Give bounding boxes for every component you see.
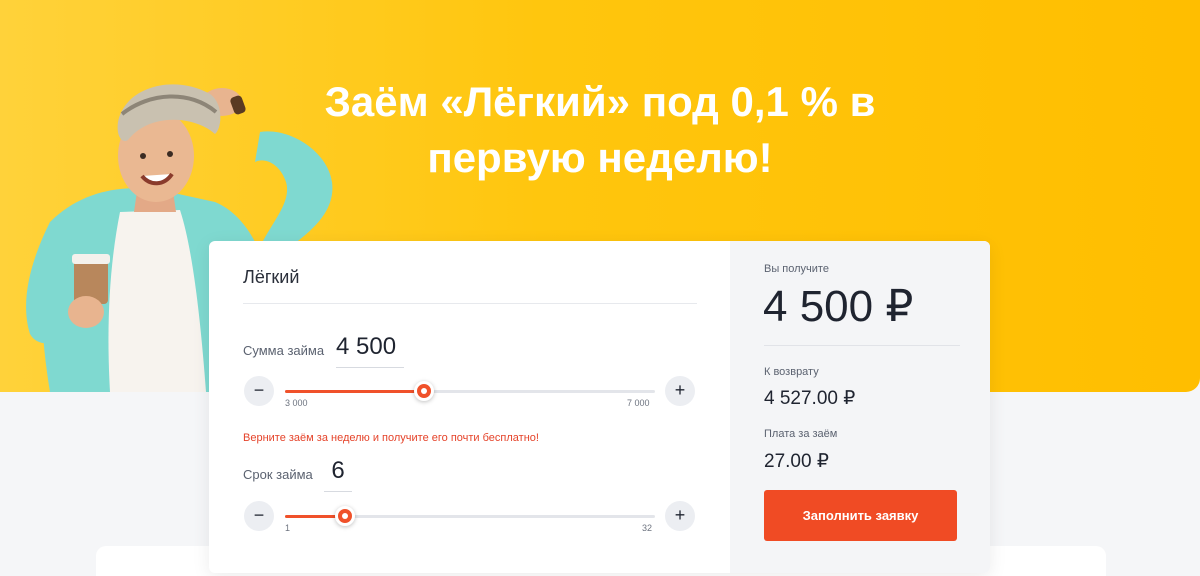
term-max-label: 32: [642, 523, 653, 533]
term-slider[interactable]: [285, 506, 655, 526]
divider: [243, 303, 697, 304]
term-label: Срок займа: [243, 467, 313, 482]
hero-headline-line2: первую неделю!: [427, 134, 773, 181]
term-slider-thumb[interactable]: [334, 506, 355, 526]
amount-slider-fill: [285, 390, 424, 393]
amount-slider[interactable]: [285, 381, 655, 401]
amount-decrease-button[interactable]: −: [244, 376, 274, 406]
loan-calculator: Лёгкий Сумма займа 4 500 − + 3 000 7 000…: [209, 241, 990, 573]
product-name: Лёгкий: [243, 267, 300, 287]
hero-headline-line1: Заём «Лёгкий» под 0,1 % в: [324, 78, 876, 125]
amount-max-label: 7 000: [627, 398, 650, 408]
apply-button[interactable]: Заполнить заявку: [764, 490, 957, 541]
amount-slider-thumb[interactable]: [413, 381, 434, 401]
loan-summary: Вы получите 4 500 ₽ К возврату 4 527.00 …: [730, 241, 990, 573]
term-decrease-button[interactable]: −: [244, 501, 274, 531]
calculator-controls: Лёгкий Сумма займа 4 500 − + 3 000 7 000…: [209, 241, 730, 573]
receive-label: Вы получите: [764, 263, 829, 275]
promo-note: Верните заём за неделю и получите его по…: [243, 432, 539, 444]
amount-input[interactable]: 4 500: [336, 333, 404, 368]
amount-increase-button[interactable]: +: [665, 376, 695, 406]
amount-label: Сумма займа: [243, 343, 325, 358]
return-value: 4 527.00 ₽: [764, 388, 856, 409]
summary-divider: [764, 345, 960, 346]
receive-value: 4 500 ₽: [763, 282, 914, 331]
hero-headline: Заём «Лёгкий» под 0,1 % в первую неделю!: [250, 74, 950, 186]
term-increase-button[interactable]: +: [665, 501, 695, 531]
term-min-label: 1: [285, 523, 291, 533]
fee-value: 27.00 ₽: [764, 451, 829, 472]
fee-label: Плата за заём: [764, 428, 838, 440]
term-input[interactable]: 6: [324, 457, 352, 492]
amount-min-label: 3 000: [285, 398, 308, 408]
return-label: К возврату: [764, 366, 819, 378]
